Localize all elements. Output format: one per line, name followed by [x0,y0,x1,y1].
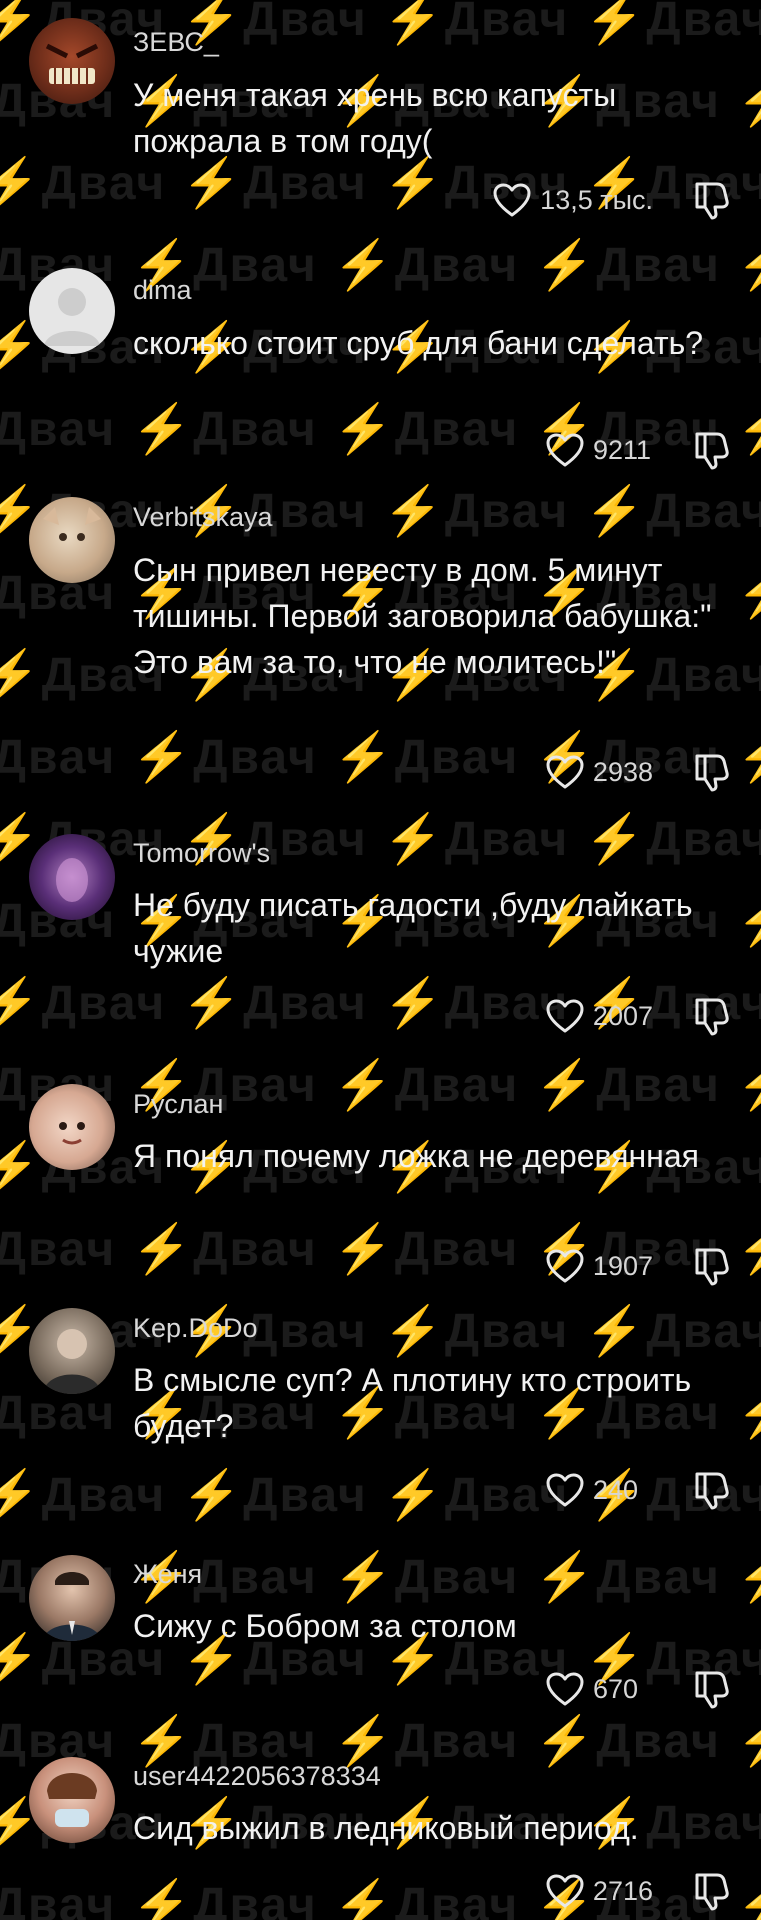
heart-outline-icon [492,182,532,218]
comment-actions: 13,5 тыс. [492,178,731,222]
like-button[interactable]: 2007 [545,998,653,1034]
comment-actions: 9211 [545,428,731,472]
thumbs-down-outline-icon [693,1470,731,1510]
heart-outline-icon [545,1873,585,1909]
watermark-row: ⚡Двач ⚡Двач ⚡Двач ⚡Двач ⚡Двач ⚡Двач ⚡Два… [0,485,761,538]
like-button[interactable]: 1907 [545,1248,653,1284]
avatar[interactable] [29,1308,115,1394]
watermark-row: ⚡Двач ⚡Двач ⚡Двач ⚡Двач ⚡Двач ⚡Двач ⚡Два… [0,0,761,46]
comment-username[interactable]: ЗЕВС_ [133,27,219,58]
like-count: 2938 [592,756,653,787]
dislike-button[interactable] [693,180,731,220]
like-count: 670 [593,1673,639,1704]
heart-outline-icon [545,998,585,1034]
dislike-button[interactable] [693,1246,731,1286]
dislike-button[interactable] [693,752,731,792]
dislike-button[interactable] [693,1669,731,1709]
comment-actions: 2938 [545,750,731,794]
comment-text: У меня такая хрень всю капусты пожрала в… [133,77,617,159]
avatar[interactable] [29,268,115,354]
comment-username[interactable]: Женя [133,1559,202,1590]
watermark-row: ⚡Двач ⚡Двач ⚡Двач ⚡Двач ⚡Двач ⚡Двач ⚡Два… [0,813,761,866]
watermark-row: ⚡Двач ⚡Двач ⚡Двач ⚡Двач ⚡Двач ⚡Двач ⚡Два… [0,1059,761,1112]
like-button[interactable]: 9211 [545,432,653,468]
like-button[interactable]: 2716 [545,1873,653,1909]
comment-actions: 1907 [545,1244,731,1288]
like-count: 9211 [593,434,652,465]
thumbs-down-outline-icon [693,1871,731,1911]
like-count: 1907 [592,1250,653,1281]
thumbs-down-outline-icon [693,1669,731,1709]
comment-text: Я понял почему ложка не деревянная [133,1138,699,1174]
like-button[interactable]: 240 [545,1472,653,1508]
heart-outline-icon [545,432,585,468]
heart-outline-icon [545,1472,585,1508]
like-count: 13,5 тыс. [540,184,653,215]
comment-text: Сид выжил в ледниковый период. [133,1810,639,1846]
comment-username[interactable]: dima [133,275,192,306]
comment-text: сколько стоит сруб для бани сделать? [133,325,704,361]
comment-username[interactable]: Verbitskaya [133,502,273,533]
heart-outline-icon [545,1248,585,1284]
heart-outline-icon [545,1671,585,1707]
comment-actions: 240 [545,1468,731,1512]
comment-username[interactable]: Руслан [133,1089,223,1120]
thumbs-down-outline-icon [693,430,731,470]
thumbs-down-outline-icon [693,996,731,1036]
dislike-button[interactable] [693,430,731,470]
comment-text: В смысле суп? А плотину кто строить буде… [133,1362,692,1444]
avatar[interactable] [29,18,115,104]
like-count: 2716 [592,1875,653,1906]
watermark-row: ⚡Двач ⚡Двач ⚡Двач ⚡Двач ⚡Двач ⚡Двач ⚡Два… [0,239,761,292]
comment-text: Сижу с Бобром за столом [133,1608,517,1644]
comment-text: Сын привел невесту в дом. 5 минут тишины… [133,552,712,680]
comment-username[interactable]: Kep.DoDo [133,1313,258,1344]
dislike-button[interactable] [693,996,731,1036]
comment-text: Не буду писать гадости ,буду лайкать чуж… [133,887,693,969]
like-count: 240 [593,1474,639,1505]
heart-outline-icon [545,754,585,790]
like-count: 2007 [592,1000,653,1031]
avatar[interactable] [29,1555,115,1641]
comment-actions: 2716 [545,1869,731,1913]
comment-actions: 670 [545,1667,731,1711]
thumbs-down-outline-icon [693,180,731,220]
avatar[interactable] [29,497,115,583]
dislike-button[interactable] [693,1871,731,1911]
like-button[interactable]: 2938 [545,754,653,790]
avatar[interactable] [29,1084,115,1170]
comment-username[interactable]: Tomorrow's [133,838,270,869]
avatar[interactable] [29,834,115,920]
comment-username[interactable]: user4422056378334 [133,1761,381,1792]
avatar[interactable] [29,1757,115,1843]
thumbs-down-outline-icon [693,1246,731,1286]
dislike-button[interactable] [693,1470,731,1510]
like-button[interactable]: 13,5 тыс. [492,182,653,218]
like-button[interactable]: 670 [545,1671,653,1707]
thumbs-down-outline-icon [693,752,731,792]
comment-actions: 2007 [545,994,731,1038]
